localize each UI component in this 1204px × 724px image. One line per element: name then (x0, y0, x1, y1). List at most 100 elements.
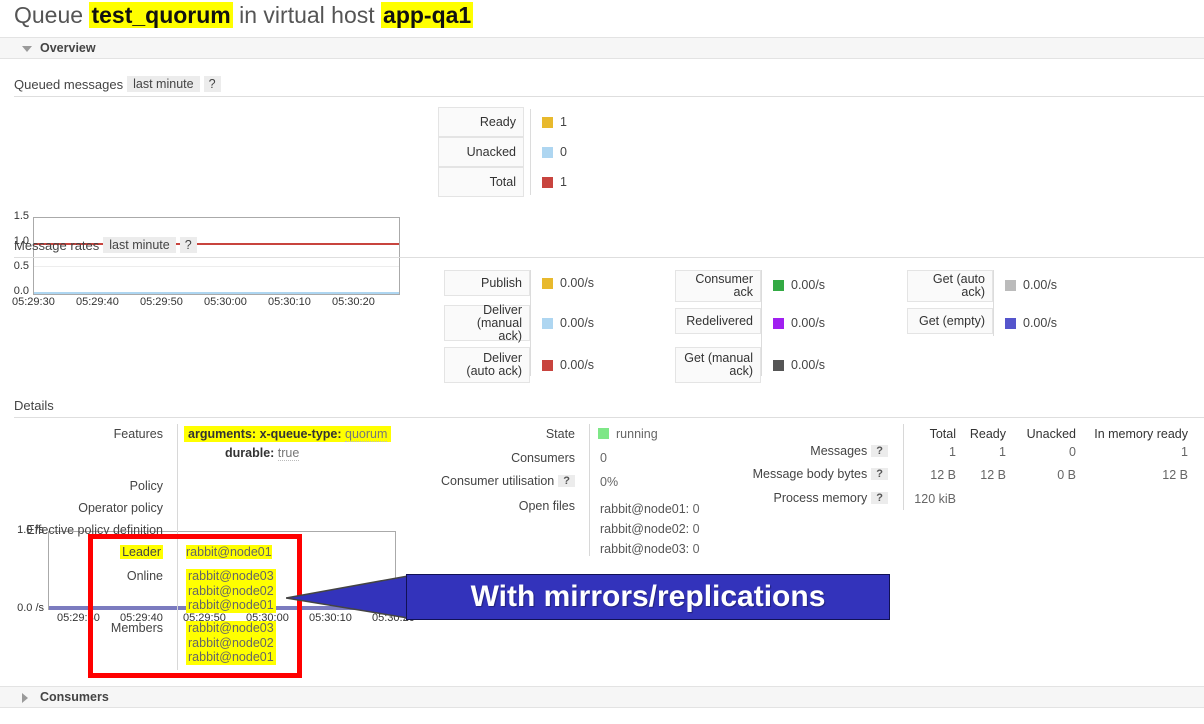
legend-row: Publish 0.00/s (434, 268, 604, 305)
legend-value-ready-text: 1 (560, 115, 567, 129)
queued-messages-help-icon[interactable]: ? (203, 76, 221, 92)
legend-value-get-manual-ack-text: 0.00/s (791, 358, 826, 372)
legend-row: Unacked 0 (434, 137, 584, 167)
online-value-1: rabbit@node02 (188, 583, 274, 598)
features-durable-row: durable: true (225, 446, 300, 461)
leader-value: rabbit@node01 (186, 545, 272, 559)
legend-button-redelivered[interactable]: Redelivered (675, 308, 761, 334)
queued-messages-heading: Queued messages last minute? (14, 76, 1204, 97)
consumer-utilisation-help-icon[interactable]: ? (558, 475, 575, 487)
overview-section-header[interactable]: Overview (0, 37, 1204, 59)
legend-value-get-manual-ack: 0.00/s (773, 350, 825, 380)
queued-messages-title: Queued messages (14, 77, 124, 92)
messages-help-icon[interactable]: ? (871, 445, 888, 457)
features-durable-key: durable: (225, 446, 275, 460)
legend-row: Deliver (manual ack) 0.00/s (434, 303, 604, 347)
process-memory-label-text: Process memory (773, 491, 868, 505)
legend-button-total[interactable]: Total (438, 167, 524, 197)
members-values: rabbit@node03 rabbit@node02 rabbit@node0… (186, 621, 276, 665)
legend-value-deliver-manual-ack: 0.00/s (542, 308, 594, 338)
legend-button-unacked[interactable]: Unacked (438, 137, 524, 167)
open-files-node-0: rabbit@node01: (600, 502, 690, 516)
legend-button-ready[interactable]: Ready (438, 107, 524, 137)
color-swatch-publish (542, 277, 553, 289)
divider (14, 96, 1204, 97)
color-swatch-unacked (542, 146, 553, 158)
members-value-0: rabbit@node03 (188, 621, 274, 635)
open-files-node-1: rabbit@node02: (600, 522, 690, 536)
queued-messages-period[interactable]: last minute (127, 76, 200, 92)
legend-button-consumer-ack[interactable]: Consumer ack (675, 270, 761, 302)
open-files-row: rabbit@node01: 0 (600, 499, 700, 519)
legend-value-get-auto-ack-text: 0.00/s (1023, 278, 1058, 292)
consumers-section-label: Consumers (40, 690, 109, 704)
leader-label-text: Leader (120, 545, 163, 559)
leader-label: Leader (0, 545, 163, 559)
annotation-callout: With mirrors/replications (406, 574, 890, 620)
chart2-ytick-0_0: 0.0 /s (17, 602, 44, 614)
legend-row: Deliver (auto ack) 0.00/s (434, 347, 604, 389)
features-argument-value: quorum (345, 427, 388, 442)
stats-header-ready: Ready (969, 427, 1006, 441)
message-body-bytes-unacked: 0 B (1057, 468, 1076, 482)
leader-value-text: rabbit@node01 (186, 545, 272, 559)
color-swatch-get-empty (1005, 317, 1016, 329)
effective-policy-definition-label: Effective policy definition (26, 523, 163, 537)
consumer-utilisation-value: 0% (600, 475, 619, 489)
divider (14, 417, 1204, 418)
stats-header-in-memory-ready: In memory ready (1094, 427, 1188, 441)
page-title-prefix: Queue (14, 2, 84, 28)
color-swatch-get-manual-ack (773, 359, 784, 371)
messages-label: Messages? (700, 444, 888, 458)
legend-value-redelivered: 0.00/s (773, 308, 825, 338)
consumer-utilisation-label-text: Consumer utilisation (441, 474, 555, 488)
message-rates-legend-col2: Consumer ack 0.00/s Redelivered 0.00/s G… (665, 268, 835, 389)
queued-messages-legend: Ready 1 Unacked 0 Total 1 (434, 107, 584, 197)
process-memory-help-icon[interactable]: ? (871, 492, 888, 504)
message-body-bytes-help-icon[interactable]: ? (871, 468, 888, 480)
legend-button-deliver-auto-ack[interactable]: Deliver (auto ack) (444, 347, 530, 383)
online-values: rabbit@node03 rabbit@node02 rabbit@node0… (186, 569, 276, 613)
legend-row: Total 1 (434, 167, 584, 197)
stats-header-unacked: Unacked (1026, 427, 1076, 441)
legend-button-get-auto-ack[interactable]: Get (auto ack) (907, 270, 993, 302)
chevron-right-icon (22, 693, 28, 703)
state-label: State (545, 427, 575, 441)
annotation-callout-tail (286, 575, 409, 619)
online-value-0: rabbit@node03 (188, 569, 274, 583)
message-rates-help-icon[interactable]: ? (179, 237, 197, 253)
legend-value-ready: 1 (542, 107, 567, 137)
legend-row: Get (manual ack) 0.00/s (665, 347, 835, 389)
vhost-name: app-qa1 (381, 2, 474, 28)
open-files-row: rabbit@node02: 0 (600, 519, 700, 539)
legend-button-get-manual-ack[interactable]: Get (manual ack) (675, 347, 761, 383)
legend-button-publish[interactable]: Publish (444, 270, 530, 296)
state-value-text: running (616, 427, 658, 441)
legend-button-get-empty[interactable]: Get (empty) (907, 308, 993, 334)
consumers-section-header[interactable]: Consumers (0, 686, 1204, 708)
color-swatch-deliver-manual-ack (542, 317, 553, 329)
details-col2-separator (589, 424, 590, 556)
legend-value-unacked-text: 0 (560, 145, 567, 159)
messages-total: 1 (949, 445, 956, 459)
open-files-label: Open files (518, 499, 575, 513)
chart1-ytick-1_5: 1.5 (13, 210, 29, 222)
details-heading: Details (14, 398, 1204, 418)
online-label: Online (126, 569, 163, 583)
color-swatch-ready (542, 116, 553, 128)
open-files-value-2: 0 (692, 542, 700, 556)
message-rates-period[interactable]: last minute (103, 237, 176, 253)
details-title: Details (14, 398, 54, 413)
divider (14, 257, 1204, 258)
consumer-utilisation-label: Consumer utilisation? (420, 474, 575, 488)
message-body-bytes-label-text: Message body bytes (752, 467, 868, 481)
legend-button-deliver-manual-ack[interactable]: Deliver (manual ack) (444, 303, 530, 342)
online-value-2: rabbit@node01 (188, 598, 274, 612)
color-swatch-consumer-ack (773, 279, 784, 291)
legend-value-unacked: 0 (542, 137, 567, 167)
message-body-bytes-ready: 12 B (980, 468, 1006, 482)
legend-value-deliver-auto-ack-text: 0.00/s (560, 358, 595, 372)
legend-value-get-empty-text: 0.00/s (1023, 316, 1058, 330)
legend-row: Get (auto ack) 0.00/s (897, 268, 1067, 305)
message-body-bytes-label: Message body bytes? (700, 467, 888, 481)
